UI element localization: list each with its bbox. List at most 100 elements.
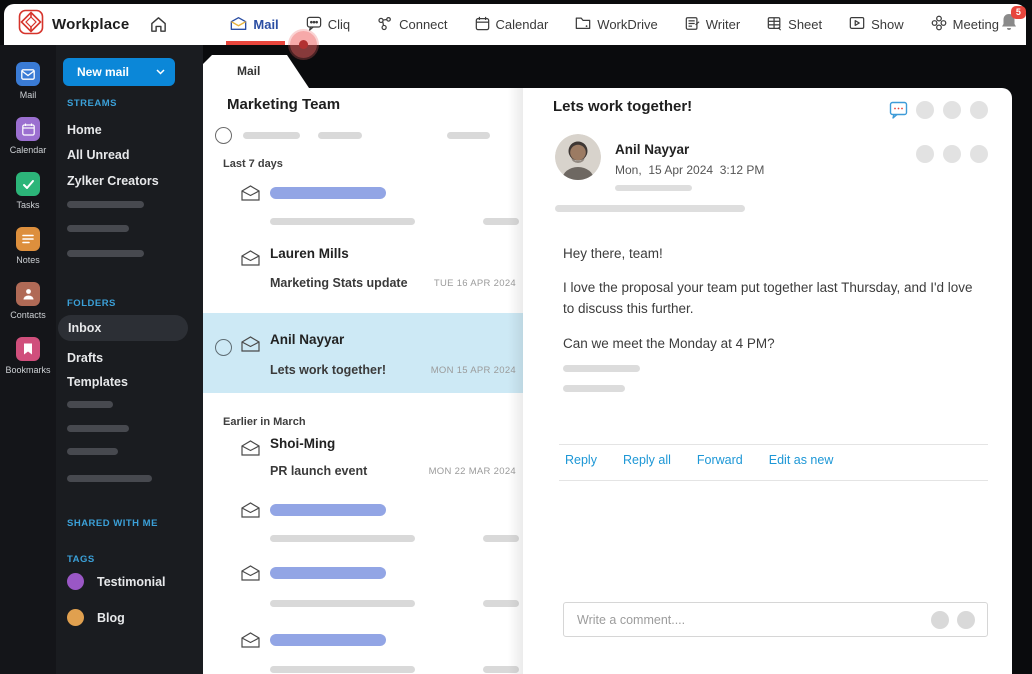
calendar-icon: [475, 16, 490, 34]
envelope-icon: [241, 632, 260, 648]
skeleton-subject-bar: [270, 535, 415, 542]
sidebar-item-templates[interactable]: Templates: [67, 375, 128, 389]
skeleton-recipient-bar: [615, 185, 692, 191]
connect-icon: [377, 16, 393, 34]
nav-label: Show: [871, 17, 904, 32]
skeleton-bar: [67, 250, 144, 257]
group-label-earlier: Earlier in March: [223, 416, 306, 428]
comment-attach-circle[interactable]: [931, 611, 949, 629]
nav-label: Mail: [253, 17, 279, 32]
sender-avatar: [555, 134, 601, 180]
sidebar-item-home[interactable]: Home: [67, 123, 102, 137]
forward-button[interactable]: Forward: [697, 453, 743, 467]
message-list: Marketing Team Last 7 days Lauren Mills …: [203, 88, 523, 674]
rail-item-tasks[interactable]: Tasks: [16, 172, 40, 210]
skeleton-sender-bar: [270, 504, 386, 516]
skeleton-bar: [318, 132, 362, 139]
toolbar-circle-button[interactable]: [943, 101, 961, 119]
sidebar-item-all-unread[interactable]: All Unread: [67, 148, 130, 162]
comments-icon[interactable]: [889, 101, 908, 124]
tag-blog[interactable]: Blog: [67, 609, 125, 626]
sidebar-item-zylker-creators[interactable]: Zylker Creators: [67, 174, 159, 188]
rail-item-calendar[interactable]: Calendar: [9, 117, 47, 155]
message-action-circle[interactable]: [970, 145, 988, 163]
cliq-icon: [306, 16, 322, 34]
nav-connect[interactable]: Connect: [377, 4, 448, 45]
reading-pane: Lets work together! Anil Nayyar Mon, 15 …: [523, 88, 1012, 674]
sidebar-item-inbox[interactable]: Inbox: [58, 315, 188, 341]
skeleton-bar: [447, 132, 490, 139]
nav-label: Calendar: [495, 17, 549, 32]
chevron-down-icon[interactable]: [156, 67, 165, 78]
brand-name: Workplace: [52, 16, 130, 33]
show-icon: [849, 16, 865, 33]
body-paragraph: Can we meet the Monday at 4 PM?: [563, 336, 775, 351]
envelope-icon: [241, 440, 260, 456]
skeleton-bar: [67, 448, 118, 455]
toolbar-circle-button[interactable]: [916, 101, 934, 119]
mail-sidebar: New mail STREAMS Home All Unread Zylker …: [56, 45, 203, 674]
rail-item-mail[interactable]: Mail: [16, 62, 40, 100]
comment-send-circle[interactable]: [957, 611, 975, 629]
sender-name: Anil Nayyar: [270, 332, 345, 347]
envelope-icon: [241, 185, 260, 201]
skeleton-date-bar: [483, 600, 519, 607]
email-checkbox[interactable]: [215, 339, 232, 356]
mail-tab-label: Mail: [237, 64, 261, 78]
new-mail-button[interactable]: New mail: [63, 58, 175, 86]
click-indicator: [290, 31, 317, 58]
tag-color-dot: [67, 609, 84, 626]
sender-name: Shoi-Ming: [270, 436, 336, 451]
reply-button[interactable]: Reply: [565, 453, 597, 467]
divider: [559, 444, 988, 445]
skeleton-date-bar: [483, 666, 519, 673]
sender-name: Lauren Mills: [270, 246, 349, 261]
nav-meeting[interactable]: Meeting: [931, 4, 999, 45]
app-rail: Mail Calendar Tasks Notes Contacts Bookm…: [0, 45, 56, 674]
skeleton-bar: [67, 425, 129, 432]
list-item-anil-nayyar-selected[interactable]: Anil Nayyar Lets work together! MON 15 A…: [203, 313, 523, 393]
edit-as-new-button[interactable]: Edit as new: [769, 453, 834, 467]
home-icon[interactable]: [149, 15, 168, 34]
message-subject: Lets work together!: [553, 98, 693, 115]
message-action-circle[interactable]: [916, 145, 934, 163]
rail-item-bookmarks[interactable]: Bookmarks: [5, 337, 51, 375]
reply-actions: Reply Reply all Forward Edit as new: [565, 453, 833, 467]
comment-input[interactable]: [577, 603, 907, 636]
mail-tab[interactable]: Mail: [203, 55, 309, 88]
subject-line: Lets work together!: [270, 363, 386, 377]
envelope-icon: [241, 502, 260, 518]
nav-sheet[interactable]: Sheet: [767, 4, 822, 45]
rail-item-notes[interactable]: Notes: [16, 227, 40, 265]
bookmarks-app-icon: [15, 337, 40, 361]
skeleton-bar: [67, 401, 113, 408]
nav-mail[interactable]: Mail: [226, 4, 286, 45]
rail-item-contacts[interactable]: Contacts: [10, 282, 46, 320]
toolbar-circle-button[interactable]: [970, 101, 988, 119]
nav-calendar[interactable]: Calendar: [475, 4, 549, 45]
rail-label: Mail: [19, 90, 37, 100]
body-paragraph: Hey there, team!: [563, 246, 663, 261]
nav-label: Cliq: [327, 17, 351, 32]
tag-testimonial[interactable]: Testimonial: [67, 573, 166, 590]
body-paragraph: I love the proposal your team put togeth…: [563, 280, 973, 316]
workdrive-icon: [575, 16, 591, 33]
sidebar-item-drafts[interactable]: Drafts: [67, 351, 103, 365]
rail-label: Calendar: [9, 145, 47, 155]
reply-all-button[interactable]: Reply all: [623, 453, 671, 467]
select-all-checkbox[interactable]: [215, 127, 232, 144]
notifications-button[interactable]: 5: [999, 5, 1026, 38]
envelope-icon: [241, 565, 260, 581]
nav-label: Writer: [705, 17, 741, 32]
nav-writer[interactable]: Writer: [685, 4, 740, 45]
tag-color-dot: [67, 573, 84, 590]
nav-label: WorkDrive: [597, 17, 658, 32]
nav-show[interactable]: Show: [849, 4, 904, 45]
email-date: TUE 16 APR 2024: [433, 278, 516, 289]
skeleton-signature-bar: [563, 365, 640, 372]
skeleton-date-bar: [483, 218, 519, 225]
message-action-circle[interactable]: [943, 145, 961, 163]
writer-icon: [685, 16, 700, 34]
nav-workdrive[interactable]: WorkDrive: [575, 4, 658, 45]
skeleton-subject-bar: [270, 666, 415, 673]
